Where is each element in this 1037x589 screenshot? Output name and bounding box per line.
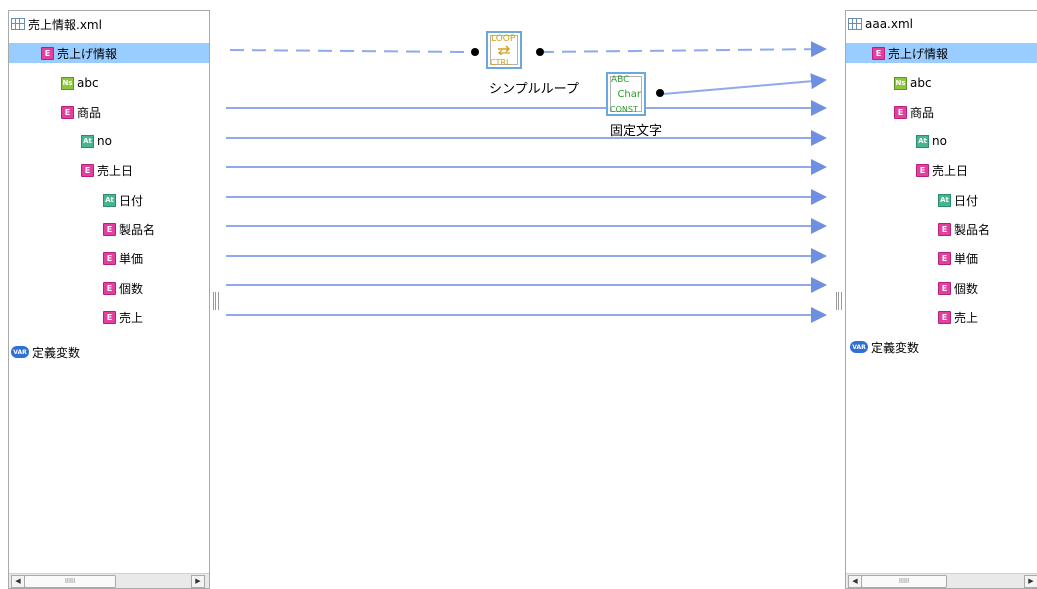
const-output-link[interactable] — [662, 73, 827, 95]
char-badge: Char — [617, 89, 641, 100]
simple-loop-function[interactable]: LOOP CTRL — [486, 31, 522, 69]
abc-badge: ABC — [611, 75, 630, 85]
loop-badge: LOOP — [491, 34, 516, 44]
constant-string-label: 固定文字 — [610, 124, 663, 139]
const-output-port[interactable] — [656, 89, 664, 97]
loop-output-port[interactable] — [536, 48, 544, 56]
simple-loop-label: シンプルループ — [489, 82, 579, 97]
const-badge: CONST — [610, 105, 638, 114]
loop-input-link[interactable] — [229, 49, 471, 53]
loop-input-port[interactable] — [471, 48, 479, 56]
constant-string-function[interactable]: ABC Char CONST — [606, 72, 646, 116]
ctrl-badge: CTRL — [490, 58, 511, 67]
loop-arrows-icon — [498, 45, 511, 55]
loop-output-link[interactable] — [539, 41, 827, 58]
